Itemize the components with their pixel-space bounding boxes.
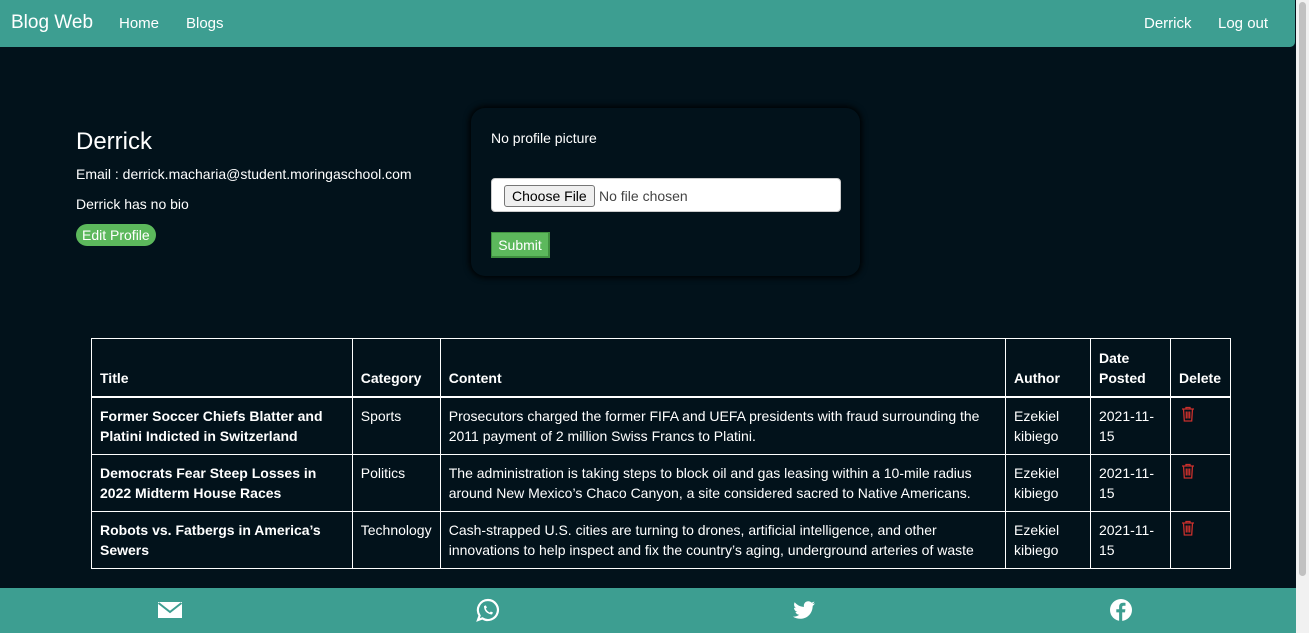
twitter-icon[interactable] xyxy=(791,598,817,622)
scrollbar-thumb[interactable] xyxy=(1299,2,1306,576)
trash-icon[interactable] xyxy=(1181,406,1195,422)
post-content: Cash-strapped U.S. cities are turning to… xyxy=(439,510,1007,569)
profile-bio: Derrick has no bio xyxy=(76,196,189,212)
profile-picture-card: No profile picture Choose File No file c… xyxy=(471,108,860,276)
profile-email: Email : derrick.macharia@student.moringa… xyxy=(76,166,412,182)
footer xyxy=(0,588,1296,633)
post-date: 2021-11-15 xyxy=(1089,510,1171,569)
post-category: Sports xyxy=(351,396,441,455)
delete-cell xyxy=(1169,510,1232,569)
brand-link[interactable]: Blog Web xyxy=(11,12,93,34)
facebook-icon[interactable] xyxy=(1108,598,1134,622)
post-title: Former Soccer Chiefs Blatter and Platini… xyxy=(91,396,353,455)
delete-cell xyxy=(1169,396,1232,455)
table-row: Democrats Fear Steep Losses in 2022 Midt… xyxy=(91,453,1232,512)
logout-link[interactable]: Log out xyxy=(1218,15,1268,32)
header-title: Title xyxy=(91,338,353,398)
table-header-row: Title Category Content Author Date Poste… xyxy=(91,338,1232,398)
choose-file-button[interactable]: Choose File xyxy=(504,185,595,207)
post-content: The administration is taking steps to bl… xyxy=(439,453,1007,512)
post-title: Democrats Fear Steep Losses in 2022 Midt… xyxy=(91,453,353,512)
post-date: 2021-11-15 xyxy=(1089,396,1171,455)
post-date: 2021-11-15 xyxy=(1089,453,1171,512)
posts-table: Title Category Content Author Date Poste… xyxy=(91,338,1232,569)
post-author: Ezekiel kibiego xyxy=(1005,453,1091,512)
post-author: Ezekiel kibiego xyxy=(1005,396,1091,455)
page-scrollbar[interactable] xyxy=(1296,0,1309,633)
submit-button[interactable]: Submit xyxy=(491,232,550,258)
table-row: Robots vs. Fatbergs in America’s Sewers … xyxy=(91,510,1232,569)
table-row: Former Soccer Chiefs Blatter and Platini… xyxy=(91,396,1232,455)
header-delete: Delete xyxy=(1169,338,1232,398)
no-profile-picture-text: No profile picture xyxy=(491,130,597,146)
nav-home-link[interactable]: Home xyxy=(119,15,159,32)
edit-profile-button[interactable]: Edit Profile xyxy=(76,224,156,246)
profile-name: Derrick xyxy=(76,128,152,155)
file-status-text: No file chosen xyxy=(599,188,688,204)
nav-user-link[interactable]: Derrick xyxy=(1144,15,1192,32)
nav-blogs-link[interactable]: Blogs xyxy=(186,15,224,32)
header-content: Content xyxy=(439,338,1007,398)
post-category: Technology xyxy=(351,510,441,569)
file-input[interactable]: Choose File No file chosen xyxy=(491,178,841,212)
post-category: Politics xyxy=(351,453,441,512)
delete-cell xyxy=(1169,453,1232,512)
trash-icon[interactable] xyxy=(1181,520,1195,536)
post-title: Robots vs. Fatbergs in America’s Sewers xyxy=(91,510,353,569)
navbar: Blog Web Home Blogs Derrick Log out xyxy=(0,0,1295,47)
header-author: Author xyxy=(1005,338,1091,398)
header-date-posted: Date Posted xyxy=(1089,338,1171,398)
whatsapp-icon[interactable] xyxy=(475,598,501,622)
post-content: Prosecutors charged the former FIFA and … xyxy=(439,396,1007,455)
header-category: Category xyxy=(351,338,441,398)
trash-icon[interactable] xyxy=(1181,463,1195,479)
post-author: Ezekiel kibiego xyxy=(1005,510,1091,569)
email-icon[interactable] xyxy=(157,598,183,622)
